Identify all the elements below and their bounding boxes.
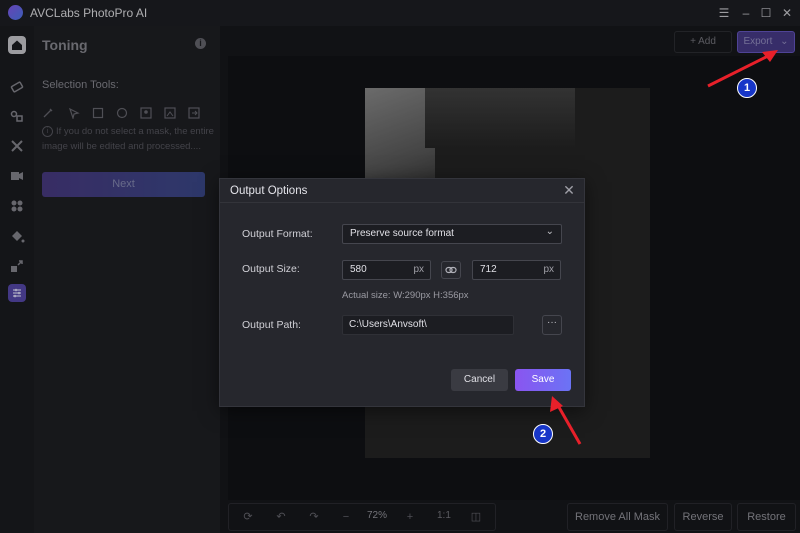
output-format-select[interactable]: Preserve source format ⌄ bbox=[342, 224, 562, 244]
output-format-label: Output Format: bbox=[242, 228, 313, 240]
dialog-title: Output Options bbox=[230, 185, 308, 197]
actual-size: Actual size: W:290px H:356px bbox=[342, 290, 469, 301]
width-input[interactable]: 580 px bbox=[342, 260, 431, 280]
output-format-value: Preserve source format bbox=[350, 228, 454, 239]
close-icon[interactable]: ✕ bbox=[562, 183, 576, 197]
cancel-button[interactable]: Cancel bbox=[451, 369, 508, 391]
chevron-down-icon: ⌄ bbox=[545, 226, 554, 237]
browse-button[interactable]: ··· bbox=[542, 315, 562, 335]
step-1-badge: 1 bbox=[737, 78, 757, 98]
output-size-label: Output Size: bbox=[242, 263, 300, 275]
save-button[interactable]: Save bbox=[515, 369, 571, 391]
output-path-field[interactable]: C:\Users\Anvsoft\ bbox=[342, 315, 514, 335]
height-unit: px bbox=[543, 264, 554, 275]
output-options-dialog: Output Options ✕ Output Format: Preserve… bbox=[219, 178, 585, 407]
height-input[interactable]: 712 px bbox=[472, 260, 561, 280]
output-path-label: Output Path: bbox=[242, 319, 301, 331]
height-value: 712 bbox=[480, 264, 497, 275]
link-ratio-icon[interactable] bbox=[441, 261, 461, 279]
step-2-badge: 2 bbox=[533, 424, 553, 444]
output-path-value: C:\Users\Anvsoft\ bbox=[349, 319, 427, 330]
divider bbox=[220, 202, 584, 203]
width-value: 580 bbox=[350, 264, 367, 275]
width-unit: px bbox=[413, 264, 424, 275]
